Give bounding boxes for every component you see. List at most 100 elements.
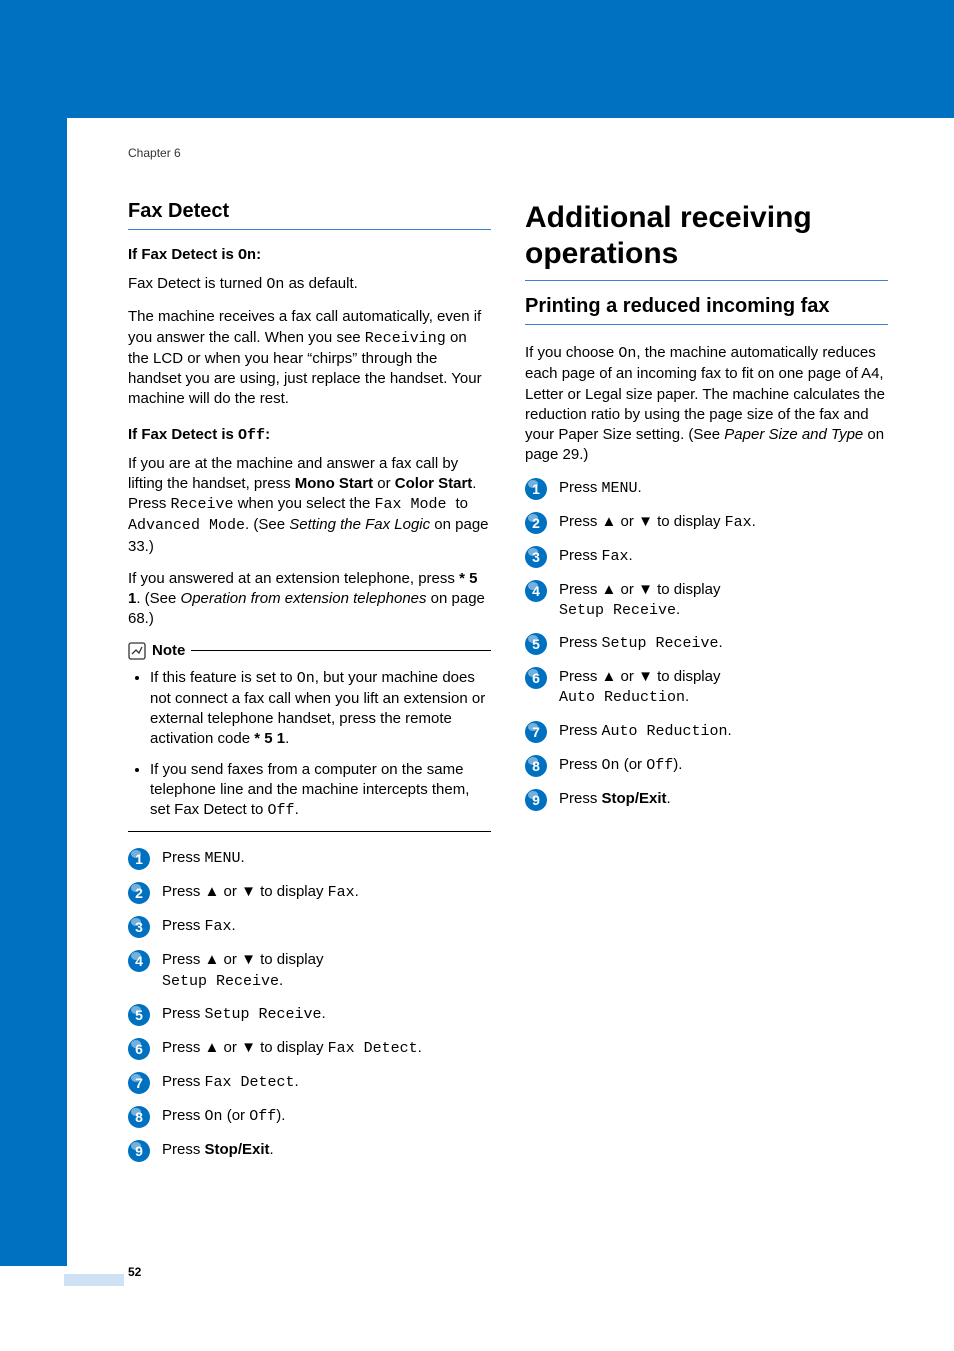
t: Setting the Fax Logic (289, 516, 430, 533)
step-text: Press MENU. (559, 478, 642, 499)
step-4: 4Press ▲ or ▼ to display Setup Receive. (525, 580, 888, 622)
paragraph: If you answered at an extension telephon… (128, 569, 491, 630)
paragraph: If you are at the machine and answer a f… (128, 454, 491, 557)
up-arrow-icon: ▲ (205, 883, 220, 900)
step-6: 6 Press ▲ or ▼ to display Fax Detect. (128, 1038, 491, 1060)
t: Setup Receive (162, 973, 279, 990)
step-5: 5Press Setup Receive. (525, 633, 888, 655)
t: Receive (171, 496, 234, 513)
t: or (219, 1039, 241, 1056)
step-bullet: 9 (525, 789, 547, 811)
t: On (602, 757, 620, 774)
step-text: Press ▲ or ▼ to display Fax. (162, 882, 359, 903)
down-arrow-icon: ▼ (241, 883, 256, 900)
step-bullet: 8 (525, 755, 547, 777)
t: Press (559, 722, 602, 739)
t: Setup Receive (559, 602, 676, 619)
step-bullet: 4 (128, 950, 150, 972)
printing-reduced-heading: Printing a reduced incoming fax (525, 295, 888, 325)
step-bullet: 8 (128, 1106, 150, 1128)
content-area: Fax Detect 6 If Fax Detect is On: Fax De… (128, 200, 888, 1162)
t: : (265, 426, 270, 443)
t: . (719, 634, 723, 651)
step-7: 7 Press Fax Detect. (128, 1072, 491, 1094)
heading-rule (525, 280, 888, 281)
t: to display (256, 1039, 328, 1056)
up-arrow-icon: ▲ (205, 1039, 220, 1056)
auto-reduction-steps: 1Press MENU. 2Press ▲ or ▼ to display Fa… (525, 478, 888, 811)
t: or (373, 475, 395, 492)
step-8: 8Press On (or Off). (525, 755, 888, 777)
t: to (455, 495, 468, 512)
t: Off (249, 1108, 276, 1125)
t: Press (559, 668, 602, 685)
note-item: If this feature is set to On, but your m… (150, 668, 491, 750)
t: If Fax Detect is (128, 426, 238, 443)
up-arrow-icon: ▲ (602, 513, 617, 530)
step-bullet: 6 (128, 1038, 150, 1060)
t: Fax (328, 884, 355, 901)
t: Press (559, 790, 602, 807)
t: Paper Size and Type (724, 426, 863, 443)
paragraph: If you choose On, the machine automatica… (525, 343, 888, 466)
t: : (256, 246, 261, 263)
t: Receiving (365, 330, 446, 347)
t: . (685, 688, 689, 705)
t: (or (223, 1107, 250, 1124)
t: If you send faxes from a computer on the… (150, 761, 469, 819)
t: If you answered at an extension telephon… (128, 570, 459, 587)
note-heading: Note (128, 642, 491, 660)
t: On (266, 276, 284, 293)
t: . (728, 722, 732, 739)
step-3: 3Press Fax. (128, 916, 491, 938)
page-footer: 52 (128, 1263, 141, 1281)
note-item: If you send faxes from a computer on the… (150, 760, 491, 822)
down-arrow-icon: ▼ (638, 668, 653, 685)
step-text: Press ▲ or ▼ to display Fax Detect. (162, 1038, 422, 1059)
step-bullet: 6 (525, 667, 547, 689)
note-list: If this feature is set to On, but your m… (128, 668, 491, 822)
t: Press (559, 756, 602, 773)
step-bullet: 3 (525, 546, 547, 568)
step-9: 9Press Stop/Exit. (525, 789, 888, 811)
t: Press (162, 1107, 205, 1124)
t: Printing a reduced incoming fax (525, 295, 830, 317)
step-text: Press Fax Detect. (162, 1072, 299, 1093)
t: Press (559, 581, 602, 598)
up-arrow-icon: ▲ (602, 668, 617, 685)
t: or (219, 951, 241, 968)
step-bullet: 2 (128, 882, 150, 904)
t: . (See (245, 516, 289, 533)
t: Off (238, 427, 265, 444)
t: Advanced Mode (128, 517, 245, 534)
t: Fax (602, 548, 629, 565)
t: to display (653, 668, 721, 685)
step-bullet: 2 (525, 512, 547, 534)
t: On (238, 247, 256, 264)
t: Fax Detect is turned (128, 275, 266, 292)
note-label: Note (152, 642, 185, 659)
up-arrow-icon: ▲ (602, 581, 617, 598)
t: Auto Reduction (559, 689, 685, 706)
t: Stop/Exit (602, 790, 667, 807)
t: . (629, 547, 633, 564)
t: . (355, 883, 359, 900)
t: when you select the (234, 495, 375, 512)
step-text: Press Stop/Exit. (162, 1140, 274, 1160)
page: Chapter 6 Fax Detect 6 If Fax Detect is … (0, 0, 954, 1351)
note-icon (128, 642, 146, 660)
step-bullet: 7 (128, 1072, 150, 1094)
fax-detect-on-heading: If Fax Detect is On: (128, 246, 491, 264)
step-2: 2 Press ▲ or ▼ to display Fax. (128, 882, 491, 904)
step-text: Press MENU. (162, 848, 245, 869)
t: to display (256, 883, 328, 900)
down-arrow-icon: ▼ (241, 1039, 256, 1056)
t: Operation from extension telephones (181, 590, 427, 607)
t: . (322, 1005, 326, 1022)
step-bullet: 9 (128, 1140, 150, 1162)
step-1: 1Press MENU. (128, 848, 491, 870)
paragraph: The machine receives a fax call automati… (128, 307, 491, 409)
t: ). (276, 1107, 285, 1124)
fax-detect-steps: 1Press MENU. 2 Press ▲ or ▼ to display Fa… (128, 848, 491, 1162)
left-column: Fax Detect 6 If Fax Detect is On: Fax De… (128, 200, 491, 1162)
